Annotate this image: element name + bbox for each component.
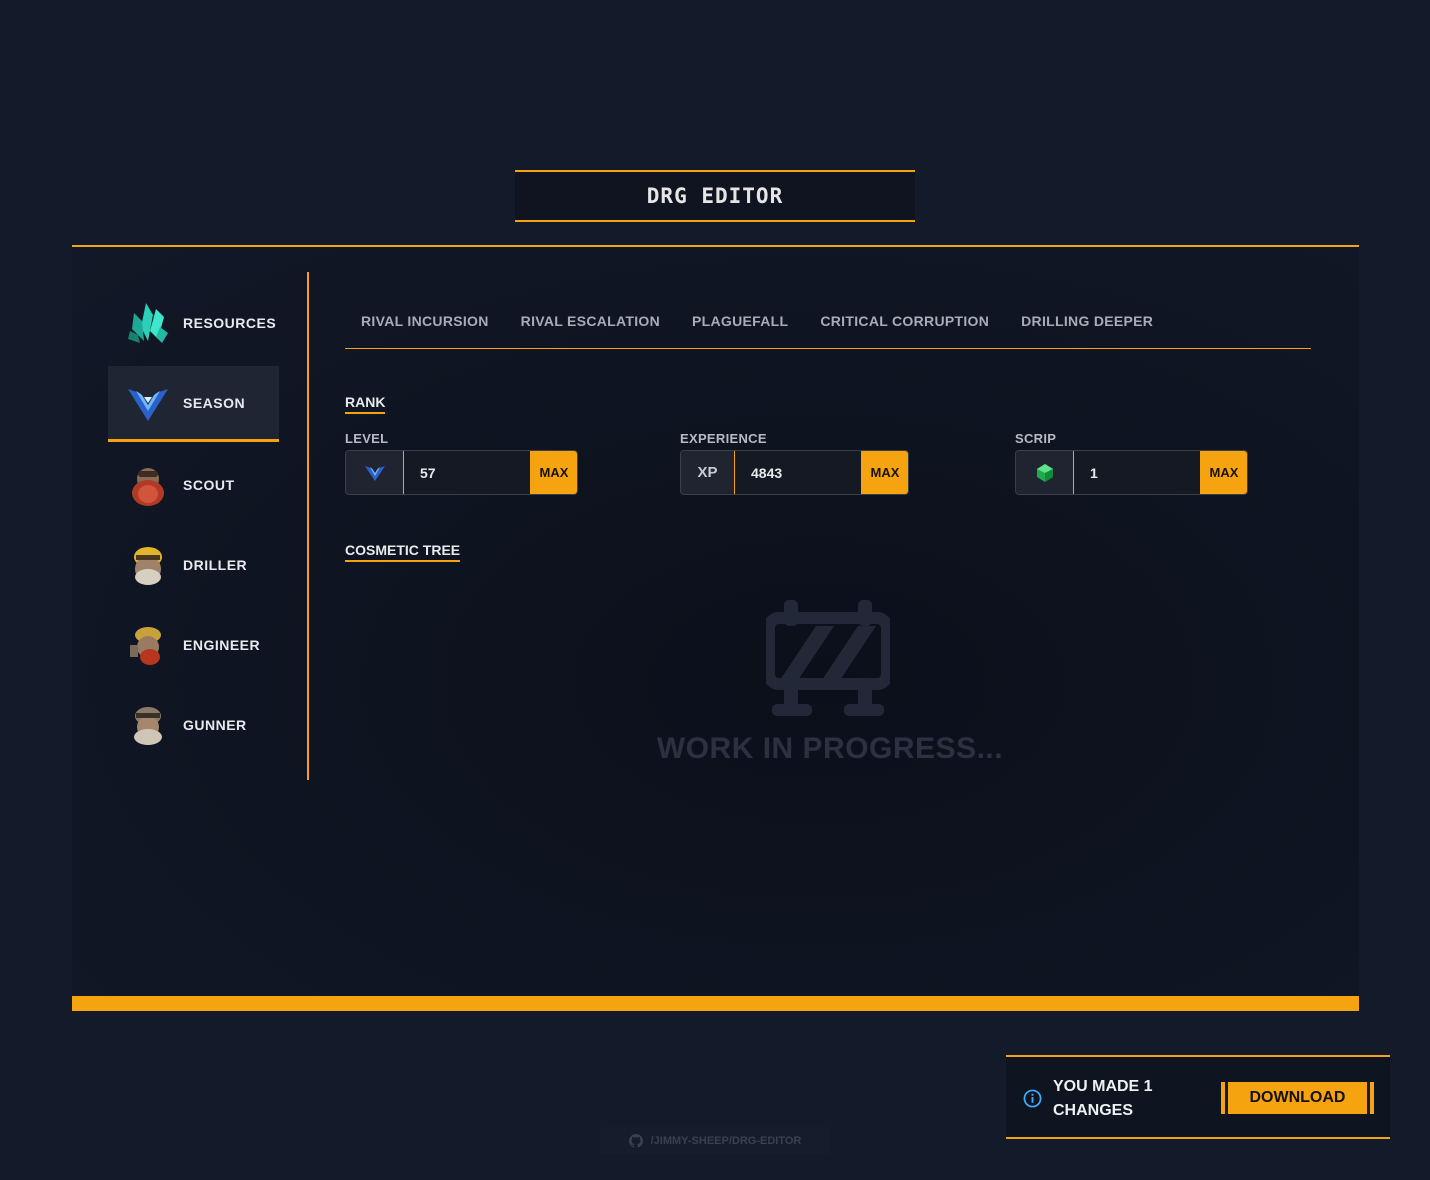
level-label: LEVEL bbox=[345, 431, 389, 446]
engineer-portrait-icon bbox=[126, 623, 170, 667]
sidebar-item-label: SEASON bbox=[183, 394, 246, 411]
panel-bottom-bar bbox=[72, 996, 1359, 1011]
sidebar-item-label: GUNNER bbox=[183, 717, 247, 733]
sidebar-item-label: DRILLER bbox=[183, 557, 248, 573]
barrier-icon bbox=[763, 600, 893, 716]
scrip-max-button[interactable]: MAX bbox=[1201, 451, 1247, 494]
sidebar-item-resources[interactable]: RESOURCES bbox=[108, 286, 279, 360]
experience-input[interactable] bbox=[735, 451, 862, 494]
sidebar: RESOURCES SEASON SCOUT DRILLER ENGINEER … bbox=[108, 286, 279, 768]
download-button[interactable]: DOWNLOAD bbox=[1221, 1082, 1374, 1114]
driller-portrait-icon bbox=[126, 543, 170, 587]
gunner-portrait-icon bbox=[126, 703, 170, 747]
experience-max-button[interactable]: MAX bbox=[862, 451, 908, 494]
sidebar-item-label: SCOUT bbox=[183, 477, 235, 493]
github-repo-link[interactable]: /JIMMY-SHEEP/DRG-EDITOR bbox=[600, 1127, 830, 1154]
season-chevron-icon bbox=[126, 381, 170, 425]
info-icon bbox=[1023, 1089, 1042, 1108]
scrip-field: MAX bbox=[1015, 450, 1248, 495]
repo-link-label: /JIMMY-SHEEP/DRG-EDITOR bbox=[650, 1134, 802, 1147]
scrip-label: SCRIP bbox=[1015, 431, 1057, 446]
tab-rival-incursion[interactable]: RIVAL INCURSION bbox=[345, 300, 505, 348]
toast-message: YOU MADE 1 CHANGES bbox=[1053, 1078, 1153, 1119]
app-title-box: DRG EDITOR bbox=[515, 170, 915, 222]
tab-critical-corruption[interactable]: CRITICAL CORRUPTION bbox=[804, 300, 1005, 348]
work-in-progress-text: WORK IN PROGRESS... bbox=[656, 732, 1004, 765]
scrip-input[interactable] bbox=[1074, 451, 1201, 494]
level-input[interactable] bbox=[404, 451, 531, 494]
experience-label: EXPERIENCE bbox=[680, 431, 767, 446]
sidebar-item-scout[interactable]: SCOUT bbox=[108, 448, 279, 522]
level-max-button[interactable]: MAX bbox=[531, 451, 577, 494]
tab-plaguefall[interactable]: PLAGUEFALL bbox=[676, 300, 804, 348]
tab-drilling-deeper[interactable]: DRILLING DEEPER bbox=[1005, 300, 1169, 348]
sidebar-item-engineer[interactable]: ENGINEER bbox=[108, 608, 279, 682]
scrip-gem-icon bbox=[1016, 451, 1074, 494]
rank-heading: RANK bbox=[345, 394, 386, 414]
app-title: DRG EDITOR bbox=[646, 184, 784, 208]
scout-portrait-icon bbox=[126, 463, 170, 507]
cosmetic-tree-heading: COSMETIC TREE bbox=[345, 542, 461, 562]
changes-toast: YOU MADE 1 CHANGES DOWNLOAD bbox=[1006, 1055, 1390, 1139]
sidebar-item-driller[interactable]: DRILLER bbox=[108, 528, 279, 602]
sidebar-item-label: RESOURCES bbox=[183, 315, 277, 331]
season-chevron-icon bbox=[346, 451, 404, 494]
sidebar-item-gunner[interactable]: GUNNER bbox=[108, 688, 279, 762]
level-field: MAX bbox=[345, 450, 578, 495]
sidebar-divider bbox=[307, 272, 309, 780]
github-icon bbox=[628, 1133, 643, 1148]
tab-rival-escalation[interactable]: RIVAL ESCALATION bbox=[505, 300, 676, 348]
sidebar-item-label: ENGINEER bbox=[183, 637, 261, 653]
xp-prefix: XP bbox=[681, 451, 735, 494]
season-tabs: RIVAL INCURSION RIVAL ESCALATION PLAGUEF… bbox=[345, 300, 1311, 349]
crystal-icon bbox=[126, 301, 170, 345]
experience-field: XP MAX bbox=[680, 450, 909, 495]
sidebar-item-season[interactable]: SEASON bbox=[108, 366, 279, 442]
